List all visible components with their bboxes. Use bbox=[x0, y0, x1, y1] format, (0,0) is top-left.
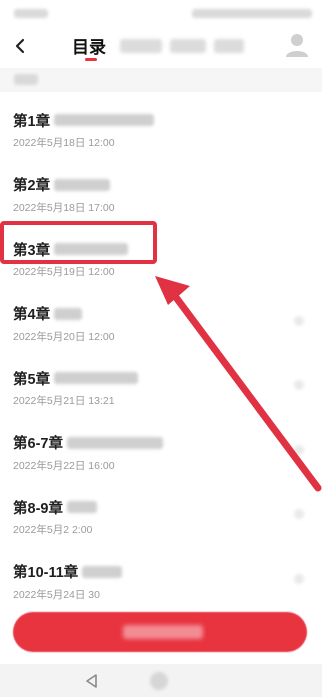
chapter-date: 2022年5月18日 17:00 bbox=[13, 201, 115, 214]
chapter-item[interactable]: 第10-11章 2022年5月24日 30 bbox=[0, 550, 322, 615]
screen: 目录 第1章 2022年5月18日 12:00 第2章 2022年5月18日 1… bbox=[0, 0, 322, 697]
chapter-item[interactable]: 第2章 2022年5月18日 17:00 bbox=[0, 163, 322, 228]
chapter-item[interactable]: 第6-7章 2022年5月22日 16:00 bbox=[0, 421, 322, 486]
chapter-title-row: 第8-9章 bbox=[13, 497, 97, 517]
chevron-right-icon bbox=[294, 315, 304, 326]
chapter-date: 2022年5月18日 12:00 bbox=[13, 137, 115, 149]
chapter-name-blur bbox=[54, 114, 155, 126]
chevron-right-icon bbox=[294, 573, 304, 584]
chapter-item[interactable]: 第4章 2022年5月20日 12:00 bbox=[0, 292, 322, 357]
tab-catalog[interactable]: 目录 bbox=[72, 33, 106, 58]
status-time-blur bbox=[14, 9, 48, 18]
chapter-title: 第8-9章 bbox=[13, 500, 63, 517]
chapter-item[interactable]: 第3章 2022年5月19日 12:00 bbox=[0, 227, 322, 292]
active-tab-indicator bbox=[85, 58, 97, 61]
triangle-back-icon bbox=[86, 674, 97, 688]
chapter-date: 2022年5月22日 16:00 bbox=[13, 459, 115, 472]
circle-home-icon[interactable] bbox=[150, 672, 168, 690]
chevron-right-icon bbox=[294, 380, 304, 390]
chapter-title-row: 第4章 bbox=[13, 304, 83, 324]
status-bar bbox=[0, 0, 322, 24]
status-icons-blur bbox=[192, 9, 312, 18]
chapter-title-row: 第2章 bbox=[13, 175, 111, 195]
chapter-title-row: 第10-11章 bbox=[13, 562, 123, 582]
chapter-title: 第2章 bbox=[13, 178, 51, 194]
chapter-title: 第10-11章 bbox=[13, 565, 79, 581]
tab-blurred-2[interactable] bbox=[170, 39, 206, 53]
bottom-action-button[interactable] bbox=[13, 612, 307, 652]
profile-button[interactable] bbox=[282, 30, 312, 60]
chapter-title: 第5章 bbox=[13, 371, 51, 388]
bottom-action-label-blur bbox=[123, 625, 203, 639]
chapter-name-blur bbox=[54, 307, 83, 320]
chevron-right-icon bbox=[294, 509, 304, 519]
chapter-name-blur bbox=[66, 501, 97, 513]
chapter-title: 第3章 bbox=[13, 242, 51, 259]
chapter-title-row: 第3章 bbox=[13, 239, 129, 259]
chapter-date: 2022年5月20日 12:00 bbox=[13, 330, 115, 343]
chapter-title-row: 第1章 bbox=[13, 110, 155, 130]
chapter-title-row: 第5章 bbox=[13, 368, 139, 388]
system-nav-bar bbox=[0, 664, 322, 697]
top-bar: 目录 bbox=[0, 24, 322, 68]
chapter-date: 2022年5月21日 13:21 bbox=[13, 395, 115, 407]
chapter-name-blur bbox=[54, 243, 129, 255]
sub-header bbox=[0, 68, 322, 92]
chapter-name-blur bbox=[54, 372, 139, 384]
person-icon bbox=[286, 34, 308, 57]
system-back-button[interactable] bbox=[82, 671, 102, 691]
chapter-title: 第1章 bbox=[13, 113, 51, 130]
chapter-date: 2022年5月19日 12:00 bbox=[13, 266, 115, 278]
tab-blurred-1[interactable] bbox=[120, 39, 162, 53]
chapter-list: 第1章 2022年5月18日 12:00 第2章 2022年5月18日 17:0… bbox=[0, 98, 322, 614]
chevron-left-icon bbox=[15, 38, 25, 54]
sub-header-text-blur bbox=[14, 74, 38, 85]
chapter-name-blur bbox=[82, 565, 123, 578]
chapter-item[interactable]: 第5章 2022年5月21日 13:21 bbox=[0, 356, 322, 421]
chapter-name-blur bbox=[66, 436, 163, 449]
chapter-title: 第4章 bbox=[13, 307, 51, 323]
chapter-title-row: 第6-7章 bbox=[13, 433, 163, 453]
back-button[interactable] bbox=[6, 32, 34, 60]
tab-blurred-3[interactable] bbox=[214, 39, 244, 53]
chapter-item[interactable]: 第1章 2022年5月18日 12:00 bbox=[0, 98, 322, 163]
chapter-date: 2022年5月24日 30 bbox=[13, 588, 100, 601]
chapter-title: 第6-7章 bbox=[13, 436, 63, 452]
chapter-item[interactable]: 第8-9章 2022年5月2 2:00 bbox=[0, 485, 322, 550]
chapter-name-blur bbox=[54, 178, 111, 191]
chevron-right-icon bbox=[294, 444, 304, 455]
chapter-date: 2022年5月2 2:00 bbox=[13, 524, 93, 536]
